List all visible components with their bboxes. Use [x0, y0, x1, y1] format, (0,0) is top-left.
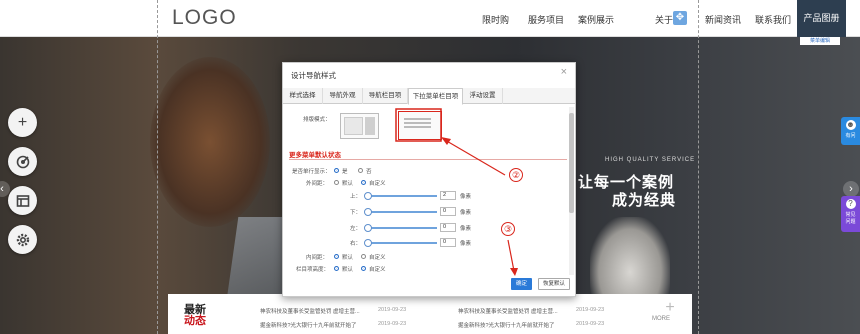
arrow-line-3: [507, 239, 515, 272]
arrow-head-2: [441, 137, 451, 145]
step-3-marker: ③: [501, 222, 515, 236]
arrow-line-2: [444, 139, 506, 176]
annotation-arrows: [395, 108, 518, 276]
highlight-box: [395, 108, 442, 142]
arrow-head-3: [510, 268, 518, 276]
step-2-marker: ②: [509, 168, 523, 182]
